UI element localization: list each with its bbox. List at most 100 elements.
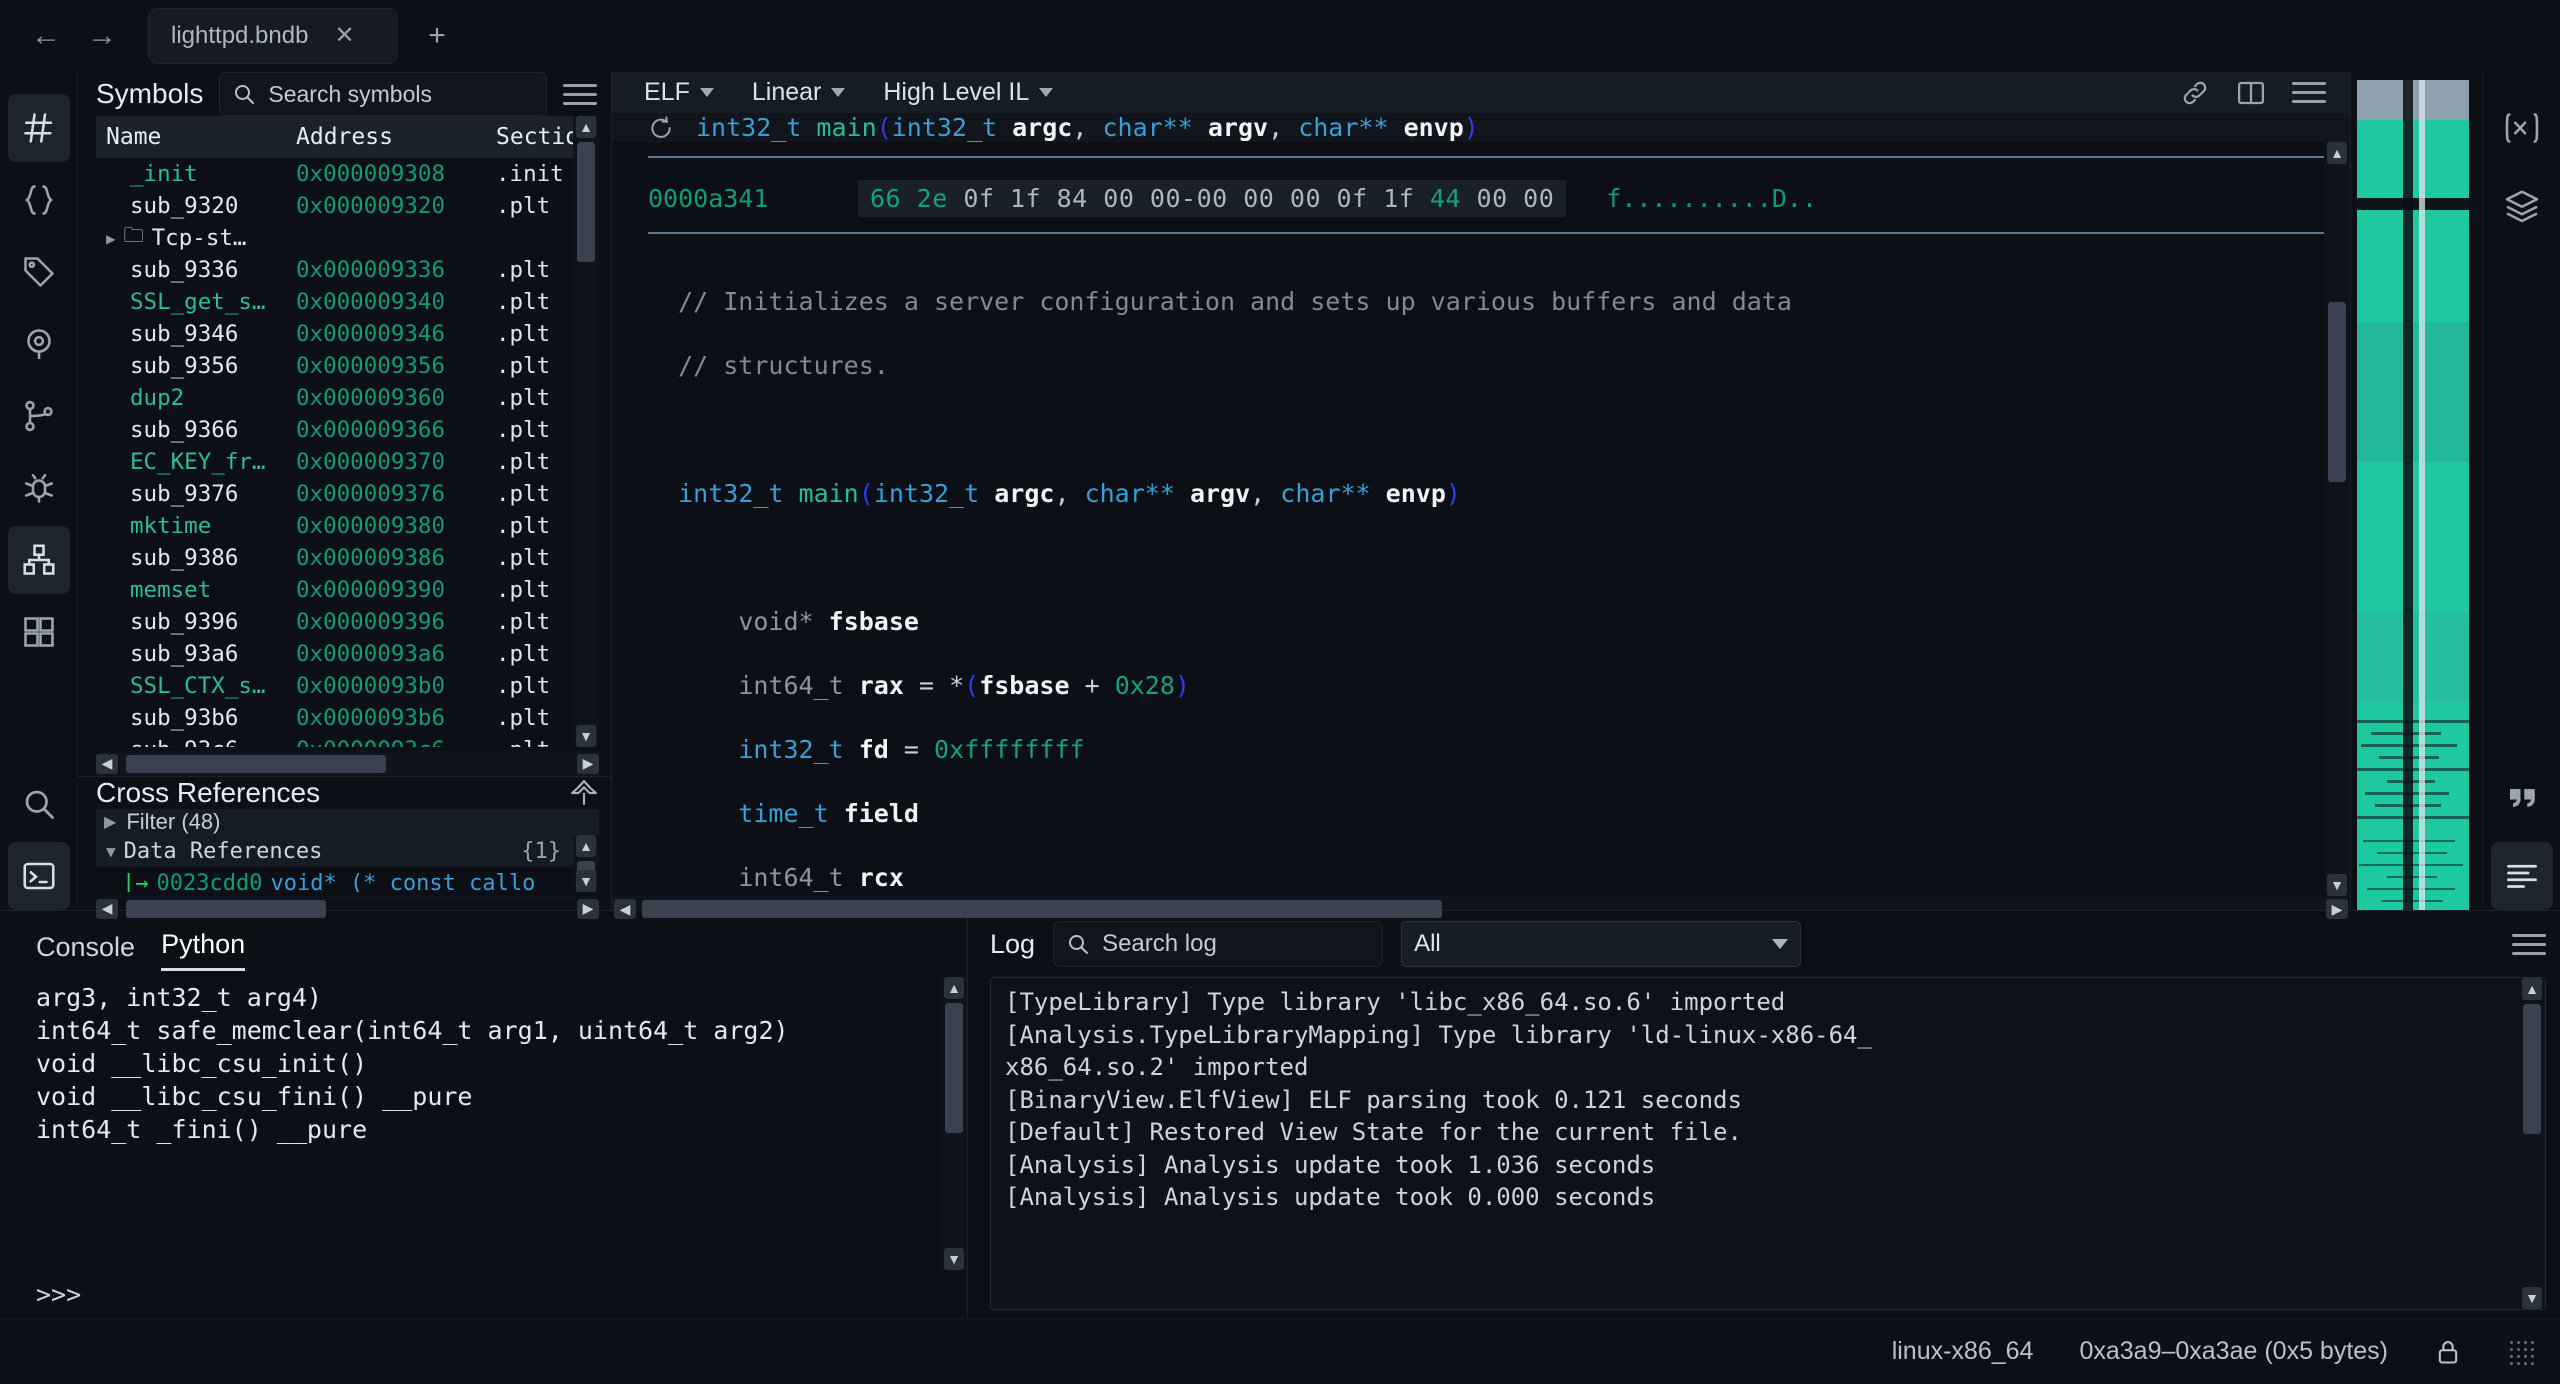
hex-dump-line[interactable]: 0000a341 66 2e 0f 1f 84 00 00-00 00 00 0…: [648, 176, 2324, 220]
code-vertical-scrollbar[interactable]: ▲ ▼: [2324, 142, 2350, 897]
xref-group-header[interactable]: ▼ Data References {1}: [96, 835, 573, 867]
chevron-right-icon[interactable]: ▶: [106, 229, 116, 248]
column-header-section[interactable]: Section: [486, 124, 573, 150]
chevron-down-icon[interactable]: ▼: [106, 842, 116, 861]
symbols-menu-icon[interactable]: [563, 83, 597, 105]
scroll-down-icon[interactable]: ▼: [944, 1248, 964, 1270]
console-vertical-scrollbar[interactable]: ▲ ▼: [941, 977, 967, 1270]
table-row[interactable]: memset 0x000009390 .plt: [96, 574, 573, 606]
table-row[interactable]: dup2 0x000009360 .plt: [96, 382, 573, 414]
xref-item[interactable]: |→ 0023cdd0 void* (* const callo: [96, 867, 573, 892]
xrefs-horizontal-scrollbar[interactable]: ◀ ▶: [96, 895, 599, 919]
symbols-horizontal-scrollbar[interactable]: ◀ ▶: [96, 750, 599, 776]
forward-button[interactable]: →: [74, 8, 130, 64]
sidebar-item-terminal[interactable]: [7, 842, 70, 910]
code-horizontal-scrollbar[interactable]: ◀ ▶: [612, 896, 2350, 920]
scroll-left-icon[interactable]: ◀: [96, 753, 118, 774]
column-header-name[interactable]: Name: [96, 124, 286, 150]
search-symbols-input[interactable]: Search symbols: [219, 72, 547, 116]
sidebar-item-memory-map[interactable]: [8, 310, 70, 378]
sidebar-item-variables[interactable]: [2491, 94, 2553, 162]
decompiled-code[interactable]: // Initializes a server configuration an…: [648, 236, 2324, 896]
split-pane-icon[interactable]: [2236, 78, 2266, 108]
scroll-thumb[interactable]: [945, 1003, 963, 1133]
log-menu-icon[interactable]: [2512, 933, 2546, 955]
table-row[interactable]: EC_KEY_fr… 0x000009370 .plt: [96, 446, 573, 478]
table-row[interactable]: sub_9320 0x000009320 .plt: [96, 190, 573, 222]
table-row[interactable]: _init 0x000009308 .init: [96, 158, 573, 190]
log-level-filter-dropdown[interactable]: All: [1401, 921, 1802, 967]
table-row[interactable]: sub_9356 0x000009356 .plt: [96, 350, 573, 382]
scroll-thumb[interactable]: [2328, 302, 2346, 482]
scroll-right-icon[interactable]: ▶: [577, 898, 599, 919]
scroll-up-icon[interactable]: ▲: [576, 116, 596, 138]
scroll-down-icon[interactable]: ▼: [576, 724, 596, 747]
column-header-address[interactable]: Address: [286, 124, 486, 150]
scroll-up-icon[interactable]: ▲: [2522, 978, 2542, 1000]
link-icon[interactable]: [2180, 78, 2210, 108]
lock-icon[interactable]: [2434, 1338, 2462, 1366]
sidebar-item-comments[interactable]: [2491, 764, 2553, 832]
table-row[interactable]: SSL_get_s… 0x000009340 .plt: [96, 286, 573, 318]
table-row[interactable]: sub_93a6 0x0000093a6 .plt: [96, 638, 573, 670]
scroll-thumb[interactable]: [2523, 1004, 2541, 1134]
search-log-input[interactable]: Search log: [1053, 921, 1384, 967]
scroll-thumb-h[interactable]: [126, 754, 386, 773]
xrefs-filter-row[interactable]: ▶ Filter (48): [96, 809, 599, 835]
scroll-down-icon[interactable]: ▼: [2327, 874, 2347, 897]
resize-grip-icon[interactable]: [2508, 1338, 2534, 1365]
table-row[interactable]: ▶ 🗀 Tcp-st…: [96, 222, 573, 254]
scroll-thumb-h[interactable]: [642, 900, 1442, 919]
close-icon[interactable]: ✕: [334, 24, 354, 48]
log-vertical-scrollbar[interactable]: ▲ ▼: [2519, 978, 2545, 1309]
binary-overview-minimap[interactable]: [2350, 72, 2482, 910]
sidebar-item-search[interactable]: [8, 770, 70, 838]
table-row[interactable]: sub_93b6 0x0000093b6 .plt: [96, 702, 573, 734]
symbol-name: SSL_get_s…: [130, 289, 266, 315]
il-level-dropdown[interactable]: High Level IL: [869, 72, 1067, 113]
scroll-thumb-h[interactable]: [126, 899, 326, 918]
sidebar-item-components[interactable]: [7, 526, 70, 594]
pin-icon[interactable]: [569, 778, 599, 808]
scroll-down-icon[interactable]: ▼: [576, 869, 596, 892]
view-mode-dropdown[interactable]: Linear: [738, 72, 860, 113]
table-row[interactable]: sub_9336 0x000009336 .plt: [96, 254, 573, 286]
back-button[interactable]: ←: [18, 8, 74, 64]
scroll-up-icon[interactable]: ▲: [2327, 142, 2347, 164]
scroll-right-icon[interactable]: ▶: [2326, 899, 2348, 920]
table-row[interactable]: sub_9346 0x000009346 .plt: [96, 318, 573, 350]
sidebar-item-types[interactable]: [8, 166, 70, 234]
xrefs-vertical-scrollbar[interactable]: ▲ ▼: [573, 835, 599, 892]
scroll-left-icon[interactable]: ◀: [96, 898, 118, 919]
sidebar-item-log[interactable]: [2490, 842, 2553, 910]
new-tab-button[interactable]: +: [414, 13, 460, 59]
table-row[interactable]: SSL_CTX_s… 0x0000093b0 .plt: [96, 670, 573, 702]
scroll-right-icon[interactable]: ▶: [577, 753, 599, 774]
table-row[interactable]: sub_9396 0x000009396 .plt: [96, 606, 573, 638]
sidebar-item-debugger[interactable]: [8, 454, 70, 522]
console-prompt[interactable]: >>>: [0, 1270, 967, 1318]
sidebar-item-graph[interactable]: [8, 382, 70, 450]
menu-icon[interactable]: [2292, 82, 2326, 103]
refresh-icon[interactable]: [648, 115, 674, 141]
tab-console[interactable]: Console: [36, 932, 135, 971]
symbols-vertical-scrollbar[interactable]: ▲ ▼: [573, 116, 599, 747]
code-content[interactable]: 0000a341 66 2e 0f 1f 84 00 00-00 00 00 0…: [612, 142, 2324, 896]
table-row[interactable]: sub_9376 0x000009376 .plt: [96, 478, 573, 510]
table-row[interactable]: mktime 0x000009380 .plt: [96, 510, 573, 542]
tab-python[interactable]: Python: [161, 929, 246, 971]
sidebar-item-stack[interactable]: [8, 598, 70, 666]
sidebar-item-symbols[interactable]: [7, 94, 70, 162]
table-row[interactable]: sub_9366 0x000009366 .plt: [96, 414, 573, 446]
sidebar-item-tags[interactable]: [8, 238, 70, 306]
scroll-left-icon[interactable]: ◀: [614, 899, 636, 920]
scroll-up-icon[interactable]: ▲: [944, 977, 964, 999]
file-tab-lighttpd[interactable]: lighttpd.bndb ✕: [148, 8, 398, 64]
view-format-dropdown[interactable]: ELF: [630, 72, 728, 113]
table-row[interactable]: sub_93c60x0000093c6.plt: [96, 734, 573, 747]
table-row[interactable]: sub_9386 0x000009386 .plt: [96, 542, 573, 574]
sidebar-item-layers[interactable]: [2491, 172, 2553, 240]
scroll-down-icon[interactable]: ▼: [2522, 1287, 2542, 1309]
scroll-up-icon[interactable]: ▲: [576, 835, 596, 857]
scroll-thumb[interactable]: [577, 142, 595, 262]
